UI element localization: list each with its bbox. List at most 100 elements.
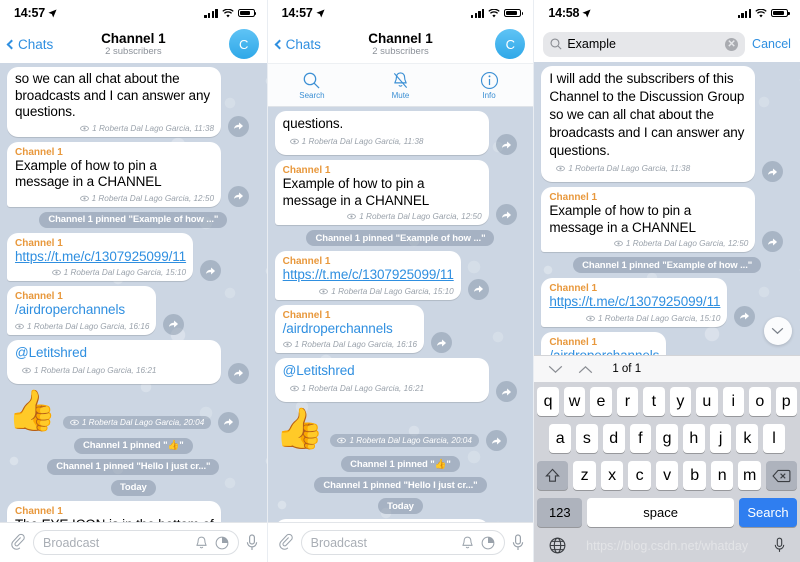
message-mention[interactable]: @Letitshred (15, 345, 87, 360)
key-b[interactable]: b (683, 461, 706, 490)
message-row[interactable]: Channel 1 https://t.me/c/1307925099/11 1… (7, 232, 260, 281)
key-h[interactable]: h (683, 424, 705, 453)
message-bubble[interactable]: Channel 1 The EYE ICON is in the bottom … (7, 500, 221, 522)
message-row[interactable]: Channel 1 https://t.me/c/1307925099/11 1… (274, 251, 527, 300)
forward-button[interactable] (495, 381, 517, 402)
message-command[interactable]: /airdroperchannels (15, 302, 149, 319)
action-mute[interactable]: Mute (356, 64, 445, 106)
search-input[interactable]: Example ✕ (543, 31, 746, 57)
forward-button[interactable] (218, 411, 240, 433)
key-t[interactable]: t (643, 387, 665, 416)
numbers-key[interactable]: 123 (537, 498, 583, 527)
key-u[interactable]: u (696, 387, 718, 416)
message-link[interactable]: https://t.me/c/1307925099/11 (15, 249, 186, 266)
key-z[interactable]: z (573, 461, 596, 490)
key-s[interactable]: s (576, 424, 598, 453)
key-d[interactable]: d (602, 424, 625, 453)
forward-button[interactable] (762, 161, 784, 182)
key-p[interactable]: p (775, 387, 797, 416)
message-bubble[interactable]: Channel 1 /airdroperchannels 1 Roberta D… (274, 304, 425, 353)
broadcast-input[interactable]: Broadcast (300, 530, 506, 555)
message-bubble[interactable]: @Letitshred 1 Roberta Dal Lago Garcia, 1… (274, 358, 489, 402)
message-row[interactable]: Channel 1 Example of how to pin a messag… (274, 160, 527, 225)
key-m[interactable]: m (738, 461, 761, 490)
action-info[interactable]: Info (445, 64, 534, 106)
message-link[interactable]: https://t.me/c/1307925099/11 (283, 267, 454, 284)
message-command[interactable]: /airdroperchannels (549, 348, 659, 356)
broadcast-input[interactable]: Broadcast (33, 530, 239, 555)
key-c[interactable]: c (628, 461, 651, 490)
clear-icon[interactable]: ✕ (725, 37, 739, 51)
message-bubble[interactable]: I will add the subscribers of this Chann… (541, 66, 756, 182)
message-row[interactable]: Channel 1 https://t.me/c/1307925099/11 1… (541, 278, 793, 327)
message-row[interactable]: @Letitshred 1 Roberta Dal Lago Garcia, 1… (274, 358, 527, 402)
key-f[interactable]: f (629, 424, 652, 453)
key-y[interactable]: y (669, 387, 692, 416)
message-bubble[interactable]: Channel 1 /airdroperchannels 1 Roberta D… (7, 286, 157, 335)
message-row[interactable]: Channel 1 The EYE ICON is in the bottom … (7, 500, 260, 522)
message-bubble[interactable]: Channel 1 Example of how to pin a messag… (7, 141, 221, 207)
microphone-icon[interactable] (246, 533, 258, 552)
search-return-key[interactable]: Search (738, 498, 797, 527)
scroll-to-bottom-button[interactable] (763, 317, 792, 345)
message-command[interactable]: /airdroperchannels (283, 321, 417, 338)
chevron-down-icon[interactable] (548, 365, 563, 374)
message-mention[interactable]: @Letitshred (283, 363, 355, 378)
message-row[interactable]: Channel 1 /airdroperchannels 1 Roberta D… (7, 286, 260, 335)
paperclip-icon[interactable] (9, 533, 26, 552)
message-link[interactable]: https://t.me/c/1307925099/11 (549, 294, 720, 311)
bell-icon[interactable] (195, 536, 208, 550)
message-bubble[interactable]: Channel 1 https://t.me/c/1307925099/11 1… (541, 278, 728, 327)
action-search[interactable]: Search (268, 64, 357, 106)
key-r[interactable]: r (616, 387, 639, 416)
key-k[interactable]: k (736, 424, 759, 453)
key-g[interactable]: g (656, 424, 678, 453)
key-a[interactable]: a (549, 424, 572, 453)
message-row[interactable]: questions. 1 Roberta Dal Lago Garcia, 11… (274, 111, 527, 155)
message-row-emoji[interactable]: 👍 1 Roberta Dal Lago Garcia, 20:04 (7, 389, 260, 433)
key-j[interactable]: j (709, 424, 732, 453)
globe-icon[interactable] (549, 537, 566, 554)
message-bubble[interactable]: Channel 1 https://t.me/c/1307925099/11 1… (7, 232, 194, 281)
key-w[interactable]: w (563, 387, 586, 416)
message-row[interactable]: Channel 1 Example of how to pin a messag… (541, 187, 793, 252)
message-row[interactable]: Channel 1 /airdroperchannels 1 Roberta D… (274, 304, 527, 353)
timer-icon[interactable] (215, 536, 229, 550)
message-bubble[interactable]: questions. 1 Roberta Dal Lago Garcia, 11… (274, 111, 489, 155)
chevron-up-icon[interactable] (578, 365, 593, 374)
key-e[interactable]: e (590, 387, 612, 416)
forward-button[interactable] (431, 332, 453, 353)
back-to-chats-button[interactable]: Chats (6, 37, 53, 52)
chat-message-list[interactable]: I will add the subscribers of this Chann… (534, 62, 800, 355)
forward-button[interactable] (762, 231, 784, 252)
key-q[interactable]: q (537, 387, 559, 416)
microphone-icon[interactable] (774, 537, 785, 554)
forward-button[interactable] (495, 134, 517, 155)
message-bubble[interactable]: Channel 1 Example of how to pin a messag… (274, 160, 489, 225)
back-to-chats-button[interactable]: Chats (274, 37, 321, 52)
key-n[interactable]: n (710, 461, 734, 490)
message-bubble[interactable]: so we can all chat about the broadcasts … (7, 67, 221, 137)
message-row[interactable]: so we can all chat about the broadcasts … (7, 67, 260, 137)
chat-message-list[interactable]: questions. 1 Roberta Dal Lago Garcia, 11… (267, 107, 534, 522)
message-bubble[interactable]: Channel 1 /airdroperchannels (541, 331, 667, 356)
key-v[interactable]: v (655, 461, 679, 490)
message-row[interactable]: @Letitshred 1 Roberta Dal Lago Garcia, 1… (7, 339, 260, 384)
message-row[interactable]: Channel 1 /airdroperchannels (541, 331, 793, 356)
message-bubble[interactable]: Channel 1 Example of how to pin a messag… (541, 187, 756, 252)
cancel-search-button[interactable]: Cancel (752, 37, 791, 51)
bell-icon[interactable] (461, 536, 474, 550)
message-row[interactable]: Channel 1 Example of how to pin a messag… (7, 141, 260, 207)
channel-avatar[interactable]: C (495, 29, 526, 59)
forward-button[interactable] (467, 278, 489, 300)
message-bubble[interactable]: Channel 1 The EYE ICON is in the bottom … (274, 519, 489, 522)
message-bubble[interactable]: @Letitshred 1 Roberta Dal Lago Garcia, 1… (7, 339, 221, 384)
shift-icon[interactable] (537, 461, 569, 490)
space-key[interactable]: space (587, 498, 734, 527)
key-i[interactable]: i (722, 387, 745, 416)
paperclip-icon[interactable] (277, 533, 294, 552)
chat-message-list[interactable]: so we can all chat about the broadcasts … (0, 63, 267, 522)
timer-icon[interactable] (481, 536, 495, 550)
forward-button[interactable] (163, 313, 185, 335)
microphone-icon[interactable] (512, 533, 524, 552)
